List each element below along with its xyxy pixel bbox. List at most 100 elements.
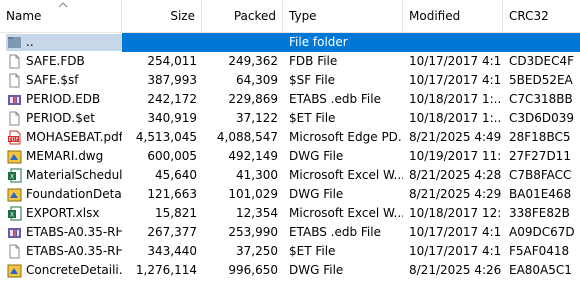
file-row[interactable]: PDF MOHASEBAT.pdf 4,513,045 4,088,547 Micros… bbox=[0, 128, 580, 147]
file-name: FoundationDeta... bbox=[26, 187, 122, 201]
file-packed-size: 4,088,547 bbox=[216, 130, 278, 144]
file-packed-size: 492,149 bbox=[228, 149, 278, 163]
column-modified[interactable]: Modified bbox=[403, 0, 503, 33]
column-type[interactable]: Type bbox=[283, 0, 403, 33]
file-modified: 10/19/2017 11:... bbox=[409, 149, 501, 163]
file-name: PERIOD.EDB bbox=[26, 92, 101, 106]
column-size-label: Size bbox=[170, 9, 195, 23]
file-list-view[interactable]: Name Size Packed Type Modified CRC32 .. F… bbox=[0, 0, 580, 287]
file-crc32: C3D6D039 bbox=[509, 111, 575, 125]
column-name[interactable]: Name bbox=[0, 0, 122, 33]
file-size: 254,011 bbox=[147, 54, 197, 68]
file-size: 343,440 bbox=[147, 244, 197, 258]
file-type: File folder bbox=[289, 35, 348, 49]
column-packed[interactable]: Packed bbox=[202, 0, 283, 33]
file-type: Microsoft Excel W... bbox=[289, 168, 403, 182]
file-crc32: 5BED52EA bbox=[509, 73, 573, 87]
file-crc32: 27F27D11 bbox=[509, 149, 571, 163]
file-modified bbox=[409, 33, 501, 52]
file-type: $ET File bbox=[289, 244, 336, 258]
file-packed-size: 64,309 bbox=[236, 73, 278, 87]
file-row[interactable]: X EXPORT.xlsx 15,821 12,354 Microsoft Excel … bbox=[0, 204, 580, 223]
file-size: 340,919 bbox=[147, 111, 197, 125]
file-size: 45,640 bbox=[155, 168, 197, 182]
file-size: 15,821 bbox=[155, 206, 197, 220]
file-modified: 8/21/2025 4:28 ... bbox=[409, 168, 501, 182]
file-packed-size: 101,029 bbox=[228, 187, 278, 201]
file-type: ETABS .edb File bbox=[289, 92, 381, 106]
file-packed-size: 229,869 bbox=[228, 92, 278, 106]
file-crc32: C7C318BB bbox=[509, 92, 573, 106]
file-size: 1,276,114 bbox=[135, 263, 197, 277]
file-row[interactable]: MEMARI.dwg 600,005 492,149 DWG File 10/19/20… bbox=[0, 147, 580, 166]
file-row[interactable]: SAFE.FDB 254,011 249,362 FDB File 10/17/2017… bbox=[0, 52, 580, 71]
file-row[interactable]: SAFE.$sf 387,993 64,309 $SF File 10/17/2017 … bbox=[0, 71, 580, 90]
column-header: Name Size Packed Type Modified CRC32 bbox=[0, 0, 580, 33]
file-type: DWG File bbox=[289, 149, 344, 163]
file-name: ConcreteDetaili... bbox=[26, 263, 122, 277]
file-name: ETABS-A0.35-RH... bbox=[26, 244, 122, 258]
file-name: MEMARI.dwg bbox=[26, 149, 104, 163]
column-name-label: Name bbox=[6, 9, 42, 23]
file-size bbox=[122, 33, 202, 52]
column-size[interactable]: Size bbox=[122, 0, 202, 33]
file-crc32: F5AF0418 bbox=[509, 244, 570, 258]
file-modified: 10/17/2017 4:1... bbox=[409, 225, 501, 239]
file-row[interactable]: PERIOD.$et 340,919 37,122 $ET File 10/18/201… bbox=[0, 109, 580, 128]
file-packed-size: 249,362 bbox=[228, 54, 278, 68]
sort-ascending-icon bbox=[58, 2, 68, 8]
column-packed-label: Packed bbox=[233, 9, 276, 23]
file-type: DWG File bbox=[289, 263, 344, 277]
file-type: $ET File bbox=[289, 111, 336, 125]
file-packed-size: 37,122 bbox=[236, 111, 278, 125]
file-modified: 10/17/2017 4:1... bbox=[409, 73, 501, 87]
file-size: 267,377 bbox=[147, 225, 197, 239]
file-crc32: 28F18BC5 bbox=[509, 130, 571, 144]
file-packed-size: 41,300 bbox=[236, 168, 278, 182]
file-name: ETABS-A0.35-RH... bbox=[26, 225, 122, 239]
file-modified: 10/18/2017 1:... bbox=[409, 92, 501, 106]
file-size: 121,663 bbox=[147, 187, 197, 201]
file-size: 387,993 bbox=[147, 73, 197, 87]
file-packed-size: 12,354 bbox=[236, 206, 278, 220]
file-type: Microsoft Excel W... bbox=[289, 206, 403, 220]
file-row[interactable]: PERIOD.EDB 242,172 229,869 ETABS .edb File 1… bbox=[0, 90, 580, 109]
file-type: ETABS .edb File bbox=[289, 225, 381, 239]
file-packed-size: 996,650 bbox=[228, 263, 278, 277]
parent-folder-row[interactable]: .. File folder bbox=[0, 33, 580, 52]
file-modified: 8/21/2025 4:49 ... bbox=[409, 130, 501, 144]
file-size: 600,005 bbox=[147, 149, 197, 163]
file-packed-size: 37,250 bbox=[236, 244, 278, 258]
file-type: DWG File bbox=[289, 187, 344, 201]
file-row[interactable]: ConcreteDetaili... 1,276,114 996,650 DWG Fi… bbox=[0, 261, 580, 280]
file-name: SAFE.$sf bbox=[26, 73, 79, 87]
file-name: .. bbox=[26, 35, 34, 49]
column-crc32[interactable]: CRC32 bbox=[503, 0, 580, 33]
file-name: EXPORT.xlsx bbox=[26, 206, 100, 220]
file-modified: 10/17/2017 4:1... bbox=[409, 244, 501, 258]
file-name: MOHASEBAT.pdf bbox=[26, 130, 122, 144]
file-packed-size: 253,990 bbox=[228, 225, 278, 239]
file-type: FDB File bbox=[289, 54, 338, 68]
file-crc32: EA80A5C1 bbox=[509, 263, 572, 277]
file-row[interactable]: ETABS-A0.35-RH... 267,377 253,990 ETABS .ed… bbox=[0, 223, 580, 242]
file-size: 4,513,045 bbox=[135, 130, 197, 144]
file-name: MaterialSchedul... bbox=[26, 168, 122, 182]
file-size: 242,172 bbox=[147, 92, 197, 106]
file-row[interactable]: FoundationDeta... 121,663 101,029 DWG File 8… bbox=[0, 185, 580, 204]
file-row[interactable]: XMaterialSchedul...45,64041,300Microsoft… bbox=[0, 166, 580, 185]
file-crc32: 338FE82B bbox=[509, 206, 570, 220]
file-modified: 8/21/2025 4:26 ... bbox=[409, 263, 501, 277]
file-name: PERIOD.$et bbox=[26, 111, 95, 125]
file-type: $SF File bbox=[289, 73, 336, 87]
file-name: SAFE.FDB bbox=[26, 54, 85, 68]
file-type: Microsoft Edge PD... bbox=[289, 130, 403, 144]
file-crc32 bbox=[509, 33, 580, 52]
column-modified-label: Modified bbox=[409, 9, 461, 23]
file-crc32: BA01E468 bbox=[509, 187, 572, 201]
column-type-label: Type bbox=[289, 9, 317, 23]
file-crc32: A09DC67D bbox=[509, 225, 575, 239]
file-row[interactable]: ETABS-A0.35-RH... 343,440 37,250 $ET File 10… bbox=[0, 242, 580, 261]
file-modified: 10/18/2017 1:... bbox=[409, 111, 501, 125]
file-crc32: C7B8FACC bbox=[509, 168, 572, 182]
